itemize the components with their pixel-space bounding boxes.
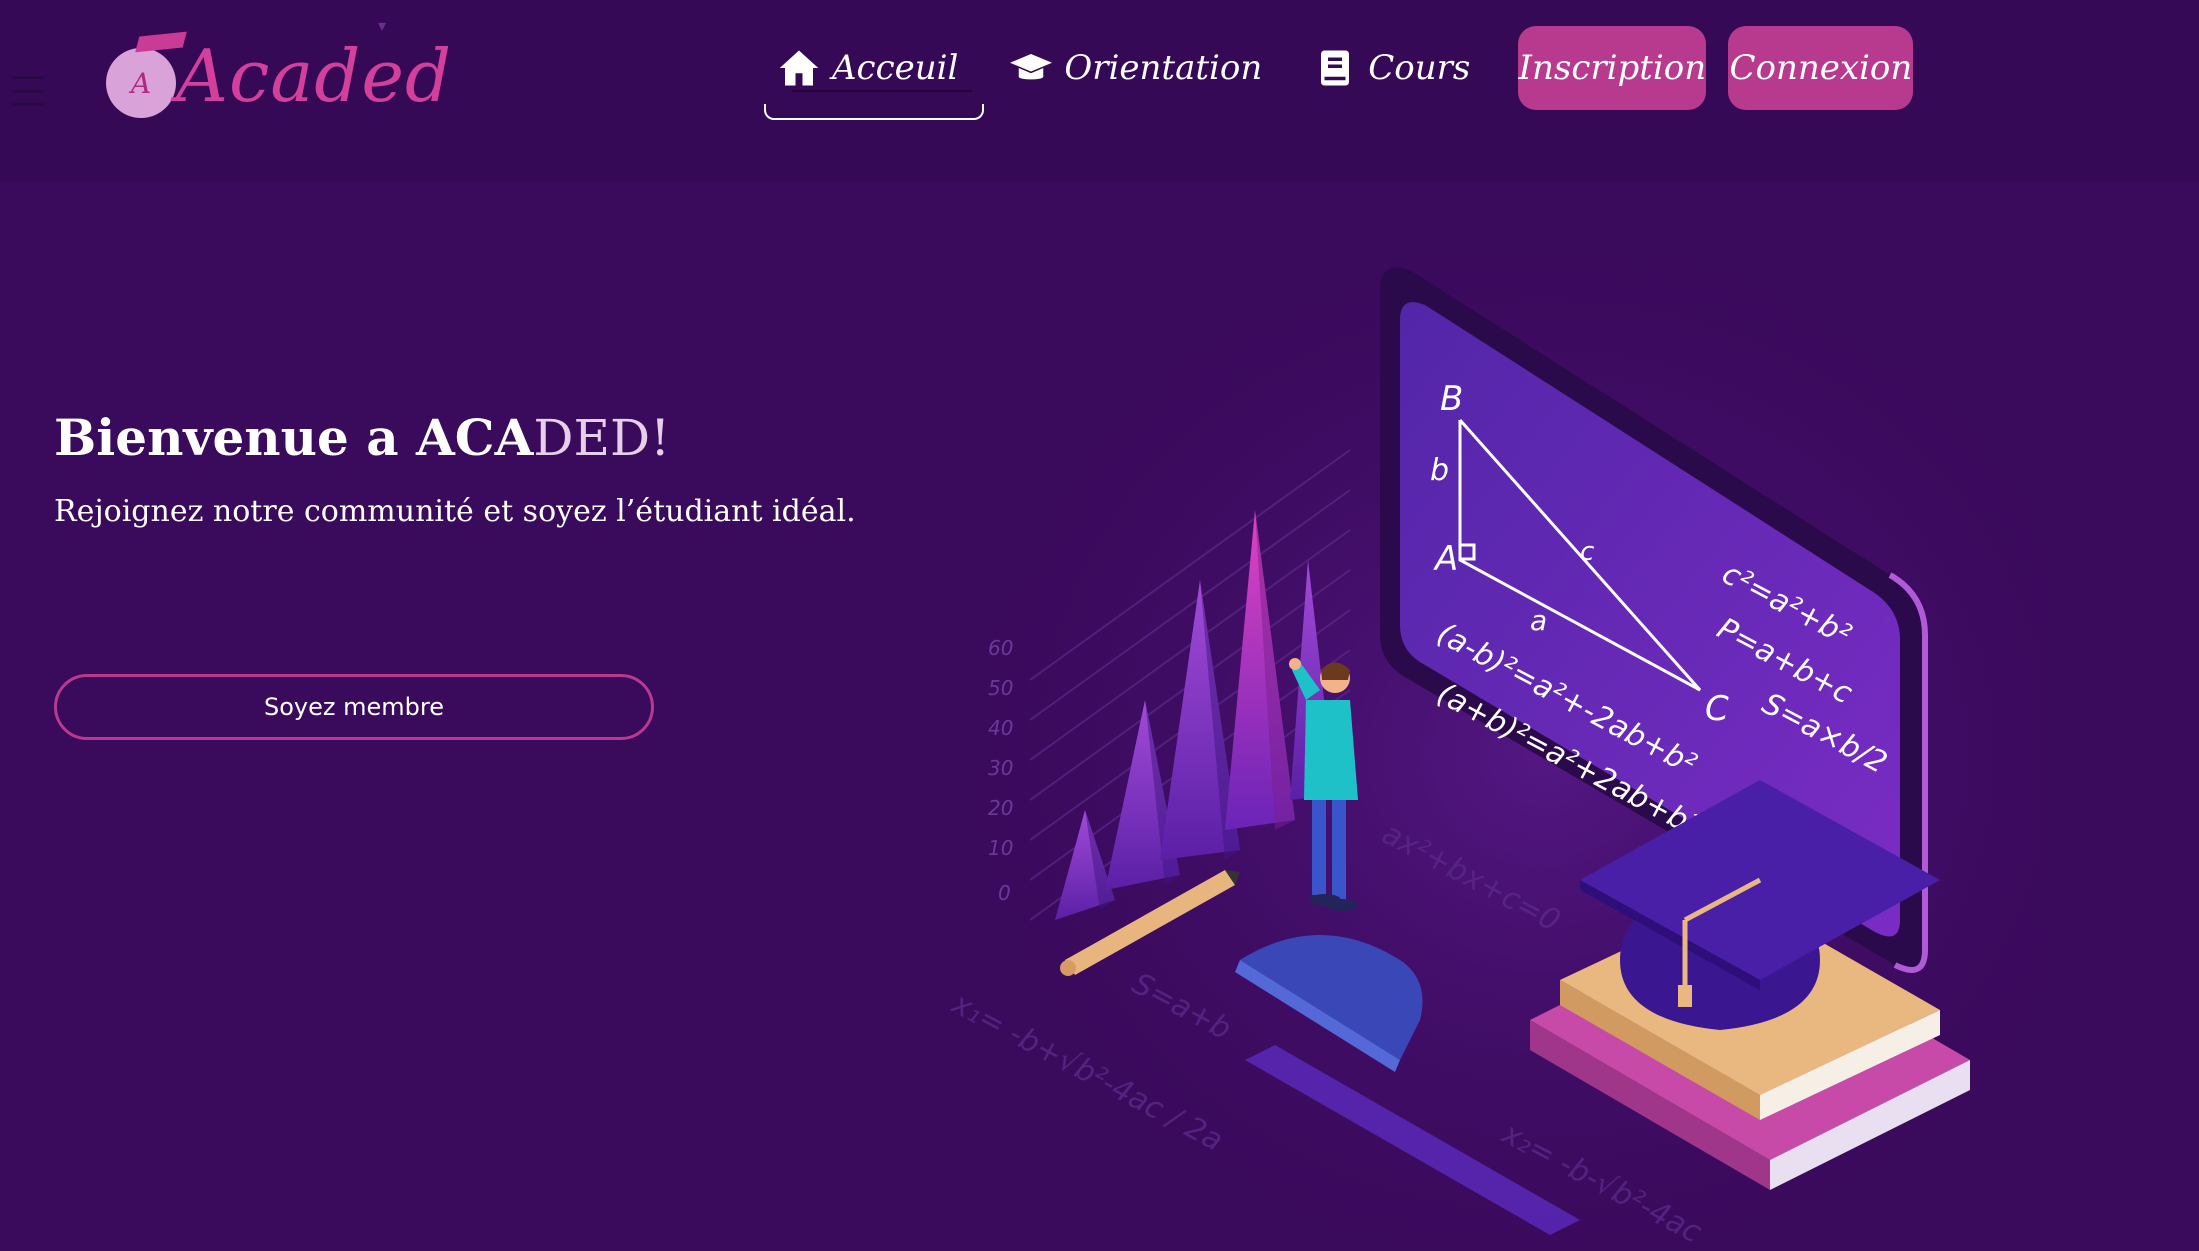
hero-title-main: Bienvenue a ACA — [54, 408, 534, 467]
nav-item-orientation[interactable]: Orientation — [984, 26, 1288, 110]
site-logo[interactable]: A Acaded — [104, 30, 451, 130]
home-icon — [779, 50, 819, 86]
hero-title: Bienvenue a ACADED! — [54, 408, 670, 467]
nav-label: Cours — [1368, 48, 1471, 88]
svg-text:a: a — [1530, 604, 1547, 637]
nav-item-acceuil[interactable]: Acceuil — [752, 26, 985, 120]
svg-text:C: C — [1705, 689, 1729, 729]
become-member-button[interactable]: Soyez membre — [54, 674, 654, 740]
svg-text:30: 30 — [988, 756, 1013, 780]
svg-text:A: A — [1433, 539, 1458, 579]
book-icon — [1321, 50, 1350, 86]
svg-text:b: b — [1430, 453, 1449, 488]
logo-text: Acaded — [176, 34, 453, 118]
hero-title-brand: DED! — [533, 409, 671, 467]
nav-item-cours[interactable]: Cours — [1288, 26, 1496, 110]
svg-text:60: 60 — [988, 636, 1013, 660]
signup-button[interactable]: Inscription — [1518, 26, 1707, 110]
svg-text:0: 0 — [998, 881, 1011, 905]
hamburger-menu-icon[interactable] — [12, 76, 44, 106]
hero-illustration: 60 50 40 30 20 10 0 B A C b c a c²=a²+b²… — [940, 260, 2040, 1251]
main-nav: Acceuil Orientation Cours Inscription Co… — [740, 26, 1914, 120]
nav-label: Orientation — [1064, 48, 1263, 88]
login-button[interactable]: Connexion — [1728, 26, 1914, 110]
chevron-down-icon: ▾ — [378, 16, 387, 35]
svg-text:10: 10 — [988, 836, 1013, 860]
logo-emblem: A — [106, 48, 176, 118]
svg-text:40: 40 — [988, 716, 1013, 740]
svg-text:c: c — [1580, 537, 1594, 567]
svg-text:50: 50 — [988, 676, 1013, 700]
hero-subtitle: Rejoignez notre communité et soyez l’étu… — [54, 494, 856, 529]
nav-label: Acceuil — [832, 48, 959, 88]
graduation-cap-icon — [1010, 54, 1053, 80]
svg-text:20: 20 — [988, 796, 1013, 820]
top-navbar: A Acaded ▾ Acceuil Orientation Cours Ins… — [0, 0, 2199, 182]
svg-text:B: B — [1440, 379, 1463, 419]
